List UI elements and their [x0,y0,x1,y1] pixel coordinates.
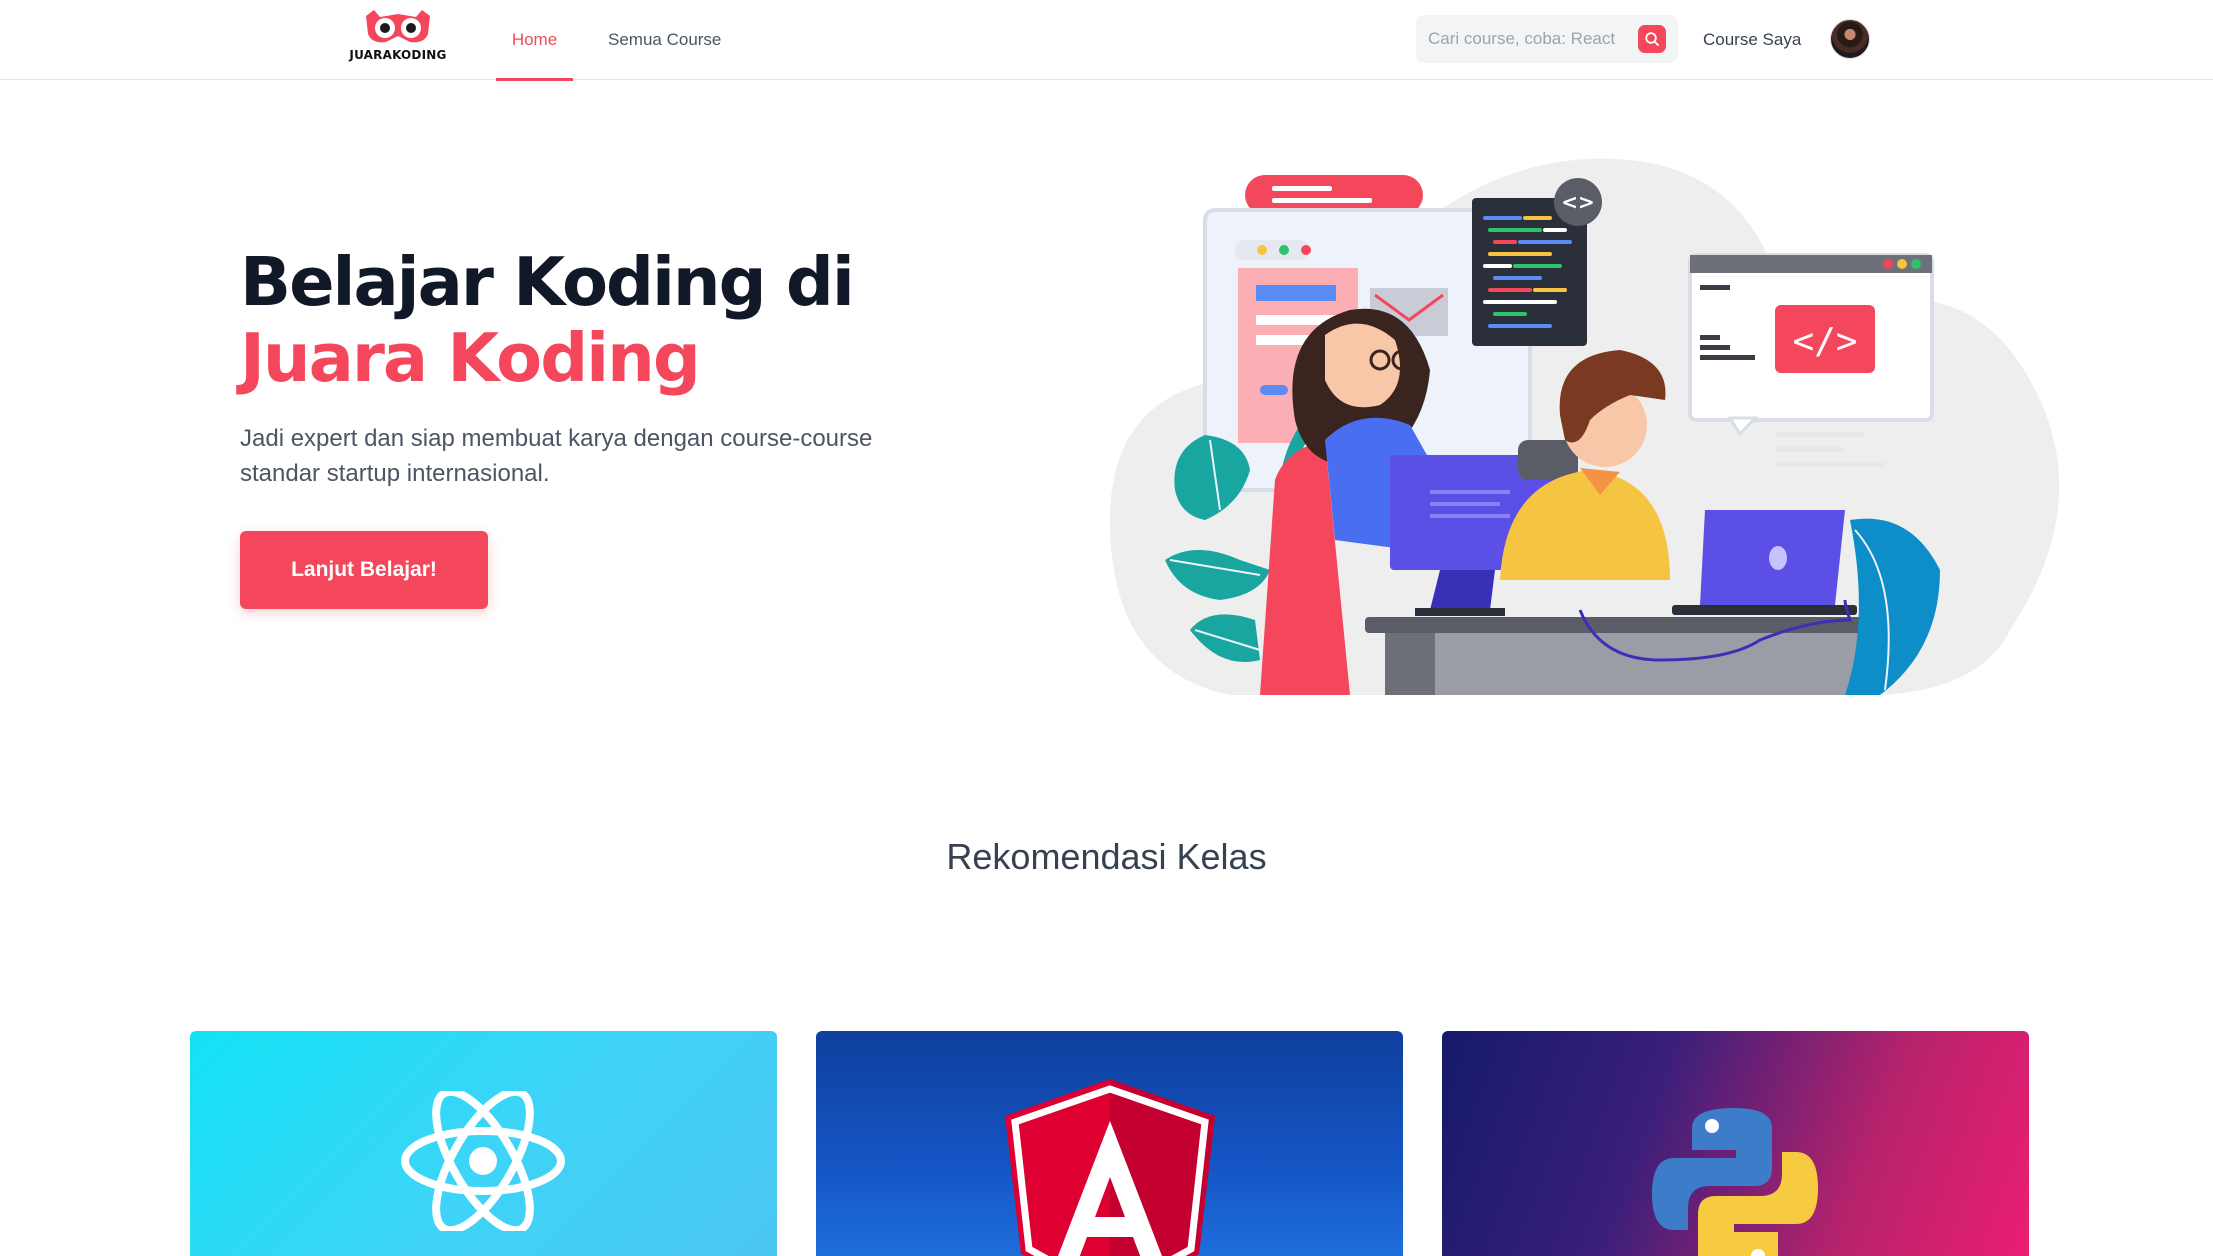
hero-subtitle: Jadi expert dan siap membuat karya denga… [240,425,873,487]
hero-title-line1: Belajar Koding di [240,243,855,321]
avatar[interactable] [1830,19,1870,59]
search-icon [1645,32,1659,46]
hero-title-line2: Juara Koding [240,319,701,397]
owl-eyes-icon [366,10,430,43]
course-card-react[interactable] [190,1031,777,1256]
search-box [1416,15,1678,63]
nav-my-courses[interactable]: Course Saya [1703,0,1801,80]
active-indicator [496,78,573,81]
react-logo-icon [401,1091,565,1231]
hero-illustration: <> </> [1110,158,2060,696]
nav-all-courses[interactable]: Semua Course [608,0,721,80]
nav-home-label: Home [511,30,558,49]
svg-text:</>: </> [1792,321,1857,362]
brand-logo[interactable]: JUARAKODING [348,8,448,70]
svg-text:<>: <> [1561,190,1595,214]
navbar: JUARAKODING Home Semua Course Course Say… [0,0,2213,81]
search-button[interactable] [1638,25,1666,53]
brand-name: JUARAKODING [349,48,447,62]
python-logo-icon [1652,1108,1818,1256]
recommendations-title: Rekomendasi Kelas [946,836,1267,877]
nav-home[interactable]: Home [496,0,573,81]
search-input[interactable] [1428,15,1638,63]
hero-title: Belajar Koding di Juara Koding [240,243,855,397]
course-card-angular[interactable] [816,1031,1403,1256]
continue-learning-button[interactable]: Lanjut Belajar! [240,531,488,609]
angular-logo-icon [1005,1079,1215,1256]
course-card-python[interactable] [1442,1031,2029,1256]
